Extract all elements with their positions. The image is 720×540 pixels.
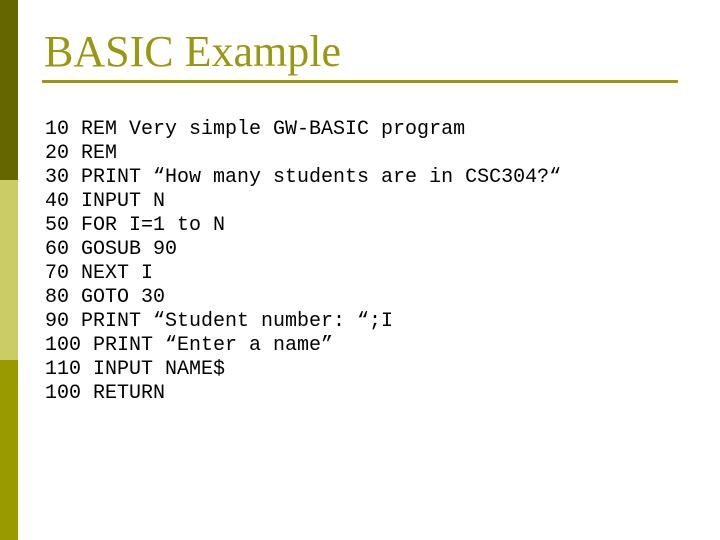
code-listing: 10 REM Very simple GW-BASIC program 20 R… (45, 118, 561, 406)
title-underline (42, 80, 678, 83)
code-line: 10 REM Very simple GW-BASIC program (45, 118, 466, 141)
code-line: 90 PRINT “Student number: “;I (45, 310, 394, 333)
sidebar-accent-bottom (0, 360, 18, 540)
slide-title: BASIC Example (44, 27, 341, 76)
code-line: 100 RETURN (45, 382, 166, 405)
code-line: 80 GOTO 30 (45, 286, 166, 309)
code-line: 60 GOSUB 90 (45, 238, 178, 261)
code-line: 100 PRINT “Enter a name” (45, 334, 334, 357)
sidebar-accent-top (0, 0, 18, 180)
code-line: 110 INPUT NAME$ (45, 358, 226, 381)
code-line: 70 NEXT I (45, 262, 154, 285)
code-line: 40 INPUT N (45, 190, 166, 213)
slide: BASIC Example 10 REM Very simple GW-BASI… (0, 0, 720, 540)
code-line: 50 FOR I=1 to N (45, 214, 226, 237)
sidebar-accent-middle (0, 180, 18, 360)
code-line: 30 PRINT “How many students are in CSC30… (45, 166, 562, 189)
code-line: 20 REM (45, 142, 118, 165)
